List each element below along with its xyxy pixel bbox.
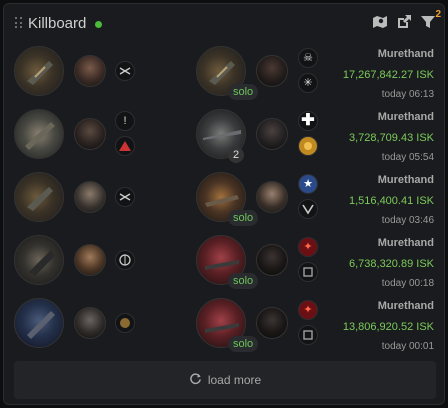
- panel-header: Killboard 2: [4, 4, 444, 42]
- attacker-portrait: [256, 244, 288, 276]
- pilot-name[interactable]: Murethand: [349, 237, 434, 249]
- attacker-corp-skull-icon: ☠: [298, 48, 318, 68]
- load-more-label: load more: [207, 373, 262, 387]
- drag-handle-icon[interactable]: [15, 17, 23, 29]
- attacker-corp-icon: ✦: [298, 300, 318, 320]
- pilot-name[interactable]: Murethand: [343, 300, 434, 312]
- kill-info: Murethand 13,806,920.52 ISK today 00:01: [343, 300, 434, 352]
- kill-time: today 03:46: [381, 215, 434, 226]
- victim-portrait: [74, 118, 106, 150]
- pilot-name[interactable]: Murethand: [349, 111, 434, 123]
- victim-alliance-icon: [115, 136, 135, 156]
- kill-row[interactable]: solo ☠ ✳ Murethand 17,267,842.27 ISK tod…: [4, 42, 444, 104]
- pilot-name[interactable]: Murethand: [343, 48, 434, 60]
- attacker-corp-cross-icon: ✚: [298, 111, 318, 131]
- filter-icon[interactable]: 2: [420, 9, 441, 30]
- attacker-alliance-icon: [298, 136, 318, 156]
- victim-ship-image: [14, 172, 64, 222]
- refresh-icon: [189, 372, 202, 388]
- kill-info: Murethand 1,516,400.41 ISK today 03:46: [349, 174, 434, 226]
- kill-info: Murethand 3,728,709.43 ISK today 05:54: [349, 111, 434, 163]
- attacker-portrait: [256, 118, 288, 150]
- load-more-button[interactable]: load more: [14, 361, 436, 399]
- pilot-name[interactable]: Murethand: [349, 174, 434, 186]
- victim-corp-icon: [115, 313, 135, 333]
- attacker-corp-icon: ✦: [298, 237, 318, 257]
- attacker-portrait: [256, 307, 288, 339]
- victim-portrait: [74, 307, 106, 339]
- kill-time: today 06:13: [381, 89, 434, 100]
- attacker-alliance-icon: ✳: [298, 73, 318, 93]
- attacker-portrait: [256, 181, 288, 213]
- kill-value: 3,728,709.43 ISK: [348, 132, 434, 144]
- kill-row[interactable]: solo ✦ Murethand 6,738,320.89 ISK today …: [4, 231, 444, 293]
- attacker-count-badge: 2: [228, 147, 244, 163]
- live-status-dot: [95, 21, 102, 28]
- victim-ship-image: [14, 235, 64, 285]
- kill-value: 13,806,920.52 ISK: [342, 321, 434, 333]
- victim-corp-icon: [115, 187, 135, 207]
- victim-ship-image: [14, 109, 64, 159]
- victim-corp-icon: [115, 61, 135, 81]
- kill-row[interactable]: solo ★ Murethand 1,516,400.41 ISK today …: [4, 168, 444, 230]
- kill-value: 6,738,320.89 ISK: [348, 258, 434, 270]
- kill-row[interactable]: solo ✦ Murethand 13,806,920.52 ISK today…: [4, 294, 444, 356]
- kill-time: today 05:54: [381, 152, 434, 163]
- attacker-corp-star-icon: ★: [298, 174, 318, 194]
- victim-ship-image: [14, 298, 64, 348]
- victim-corp-icon: !: [115, 111, 135, 131]
- kill-row[interactable]: ! 2 ✚ Murethand 3,728,709.43 ISK today 0…: [4, 105, 444, 167]
- kill-time: today 00:01: [381, 341, 434, 352]
- map-icon[interactable]: [372, 14, 388, 30]
- victim-portrait: [74, 181, 106, 213]
- attacker-alliance-icon: [298, 199, 318, 219]
- solo-badge: solo: [228, 210, 259, 226]
- solo-badge: solo: [228, 273, 259, 289]
- attacker-alliance-icon: [298, 262, 318, 282]
- kill-info: Murethand 17,267,842.27 ISK today 06:13: [343, 48, 434, 100]
- attacker-alliance-icon: [298, 325, 318, 345]
- kill-info: Murethand 6,738,320.89 ISK today 00:18: [349, 237, 434, 289]
- victim-ship-image: [14, 46, 64, 96]
- killboard-panel: Killboard 2 solo ☠ ✳ Murethand 17,267,84…: [3, 3, 445, 405]
- solo-badge: solo: [228, 84, 259, 100]
- victim-corp-icon: [115, 250, 135, 270]
- external-link-icon[interactable]: [396, 14, 412, 30]
- solo-badge: solo: [228, 336, 259, 352]
- filter-count-badge: 2: [435, 9, 441, 20]
- kill-value: 1,516,400.41 ISK: [348, 195, 434, 207]
- kill-time: today 00:18: [381, 278, 434, 289]
- panel-title: Killboard: [28, 15, 87, 32]
- kill-value: 17,267,842.27 ISK: [342, 69, 434, 81]
- attacker-portrait: [256, 55, 288, 87]
- victim-portrait: [74, 244, 106, 276]
- victim-portrait: [74, 55, 106, 87]
